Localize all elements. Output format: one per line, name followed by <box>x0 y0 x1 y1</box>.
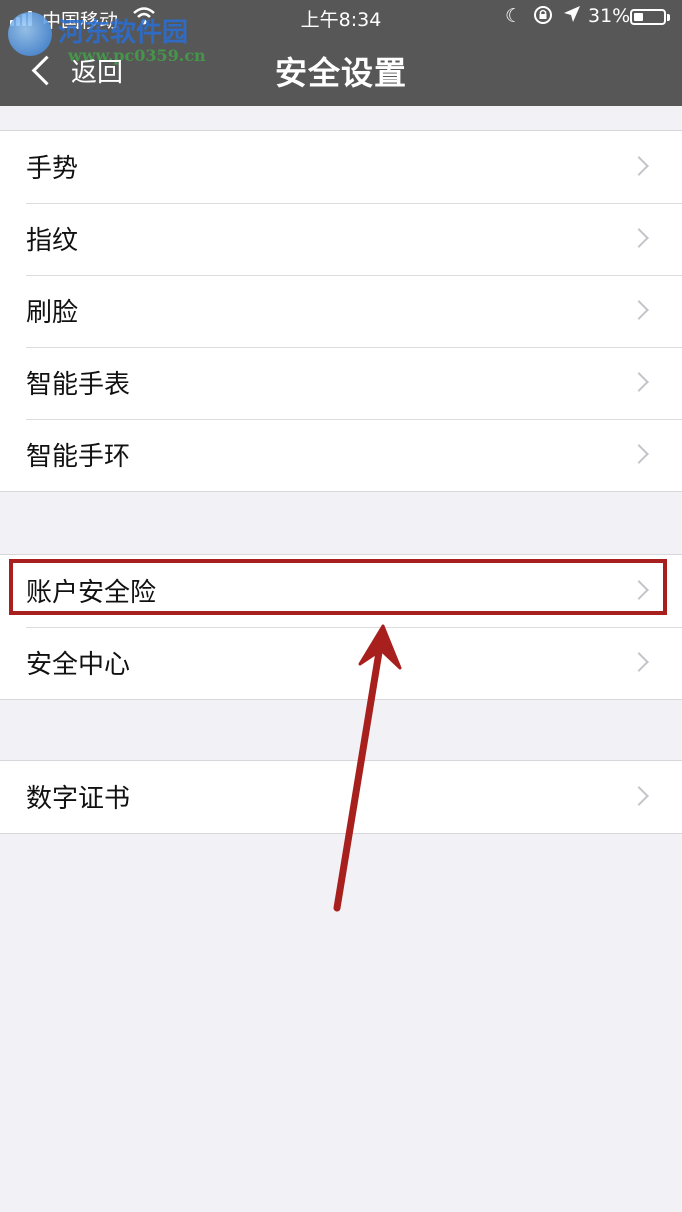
chevron-right-icon <box>629 444 649 464</box>
do-not-disturb-icon: ☾ <box>505 5 523 27</box>
list-item-face[interactable]: 刷脸 <box>0 275 682 347</box>
settings-group-certificate: 数字证书 <box>0 760 682 834</box>
list-item-label: 智能手环 <box>26 442 131 472</box>
list-item-label: 数字证书 <box>26 784 131 814</box>
highlight-box <box>9 559 667 615</box>
list-item-label: 手势 <box>26 154 79 184</box>
list-item-fingerprint[interactable]: 指纹 <box>0 203 682 275</box>
chevron-right-icon <box>629 156 649 176</box>
chevron-right-icon <box>629 300 649 320</box>
chevron-right-icon <box>629 786 649 806</box>
page-title: 安全设置 <box>274 54 407 92</box>
list-item-label: 安全中心 <box>26 650 131 680</box>
settings-group-biometrics: 手势 指纹 刷脸 智能手表 智能手环 <box>0 130 682 492</box>
battery-icon <box>630 9 670 25</box>
chevron-right-icon <box>629 652 649 672</box>
chevron-right-icon <box>629 372 649 392</box>
list-item-digital-certificate[interactable]: 数字证书 <box>0 761 682 833</box>
rotation-lock-icon <box>532 4 554 31</box>
list-item-label: 指纹 <box>26 226 79 256</box>
list-item-gesture[interactable]: 手势 <box>0 131 682 203</box>
location-icon <box>562 4 582 29</box>
list-item-smart-band[interactable]: 智能手环 <box>0 419 682 491</box>
list-item-label: 刷脸 <box>26 298 79 328</box>
list-item-label: 智能手表 <box>26 370 131 400</box>
navigation-bar: 中国移动 上午8:34 ☾ 31% 河东软件园 www.pc0359.cn 返回… <box>0 0 682 106</box>
list-item-smart-watch[interactable]: 智能手表 <box>0 347 682 419</box>
chevron-right-icon <box>629 228 649 248</box>
watermark-name: 河东软件园 <box>58 18 189 48</box>
battery-percentage: 31% <box>588 5 631 27</box>
list-item-security-center[interactable]: 安全中心 <box>0 627 682 699</box>
